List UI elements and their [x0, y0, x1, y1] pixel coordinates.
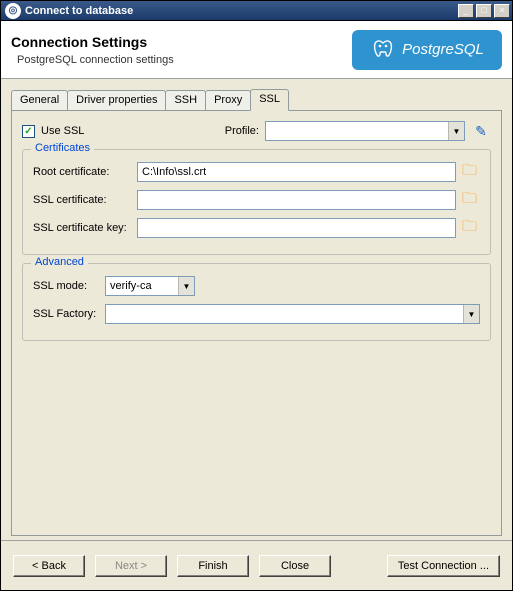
chevron-down-icon: ▼ [463, 305, 479, 323]
finish-button[interactable]: Finish [177, 555, 249, 577]
button-bar: < Back Next > Finish Close Test Connecti… [1, 540, 512, 590]
root-cert-label: Root certificate: [33, 166, 131, 178]
titlebar: ◎ Connect to database _ □ × [0, 0, 513, 20]
tab-strip: General Driver properties SSH Proxy SSL [11, 89, 502, 111]
profile-label: Profile: [225, 125, 259, 137]
advanced-group: Advanced SSL mode: verify-ca ▼ SSL Facto… [22, 263, 491, 341]
banner: Connection Settings PostgreSQL connectio… [1, 21, 512, 79]
profile-combo[interactable]: ▼ [265, 121, 465, 141]
chevron-down-icon: ▼ [448, 122, 464, 140]
folder-icon[interactable]: 🗀 [462, 220, 480, 236]
ssl-mode-label: SSL mode: [33, 280, 99, 292]
advanced-group-title: Advanced [31, 256, 88, 268]
tab-driver-properties[interactable]: Driver properties [67, 90, 166, 110]
ssl-factory-label: SSL Factory: [33, 308, 99, 320]
root-cert-input[interactable] [137, 162, 456, 182]
tab-ssh[interactable]: SSH [165, 90, 206, 110]
chevron-down-icon: ▼ [178, 277, 194, 295]
next-button: Next > [95, 555, 167, 577]
tab-general[interactable]: General [11, 90, 68, 110]
logo-text: PostgreSQL [402, 41, 484, 58]
ssl-mode-value: verify-ca [106, 280, 178, 292]
tab-ssl[interactable]: SSL [250, 89, 289, 111]
use-ssl-label: Use SSL [41, 125, 84, 137]
elephant-icon [370, 37, 396, 63]
tab-proxy[interactable]: Proxy [205, 90, 251, 110]
close-button[interactable]: Close [259, 555, 331, 577]
ssl-factory-combo[interactable]: ▼ [105, 304, 480, 324]
dialog-frame: Connection Settings PostgreSQL connectio… [0, 20, 513, 591]
page-subtitle: PostgreSQL connection settings [11, 54, 352, 66]
minimize-button[interactable]: _ [458, 4, 474, 18]
window-title: Connect to database [25, 5, 458, 17]
ssl-cert-input[interactable] [137, 190, 456, 210]
ssl-key-input[interactable] [137, 218, 456, 238]
ssl-panel: ✓ Use SSL Profile: ▼ ✎ Certificates Root… [11, 110, 502, 536]
edit-profile-icon[interactable]: ✎ [471, 121, 491, 141]
ssl-mode-combo[interactable]: verify-ca ▼ [105, 276, 195, 296]
close-window-button[interactable]: × [494, 4, 510, 18]
certificates-group-title: Certificates [31, 142, 94, 154]
folder-icon[interactable]: 🗀 [462, 164, 480, 180]
folder-icon[interactable]: 🗀 [462, 192, 480, 208]
use-ssl-checkbox[interactable]: ✓ [22, 125, 35, 138]
app-icon: ◎ [5, 3, 21, 19]
ssl-key-label: SSL certificate key: [33, 222, 131, 234]
page-title: Connection Settings [11, 34, 352, 50]
test-connection-button[interactable]: Test Connection ... [387, 555, 500, 577]
certificates-group: Certificates Root certificate: 🗀 SSL cer… [22, 149, 491, 255]
back-button[interactable]: < Back [13, 555, 85, 577]
postgresql-logo: PostgreSQL [352, 30, 502, 70]
maximize-button[interactable]: □ [476, 4, 492, 18]
ssl-cert-label: SSL certificate: [33, 194, 131, 206]
